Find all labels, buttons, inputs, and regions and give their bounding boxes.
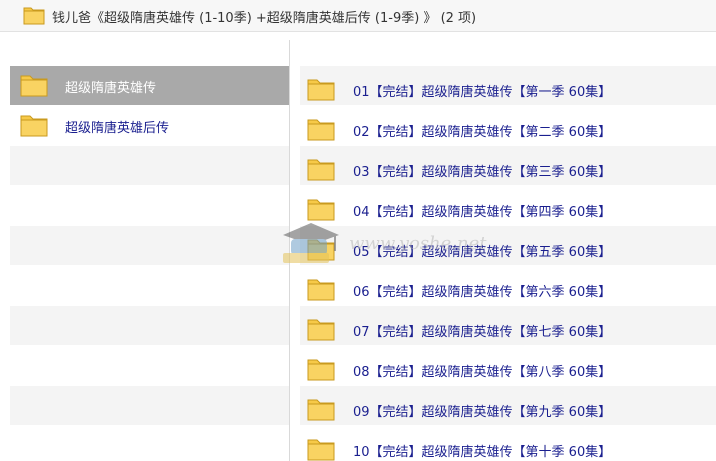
right-item-label: 08【完结】超级隋唐英雄传【第八季 60集】	[353, 365, 612, 380]
folder-icon	[307, 237, 335, 261]
right-item-3[interactable]: 04【完结】超级隋唐英雄传【第四季 60集】	[300, 190, 716, 229]
folder-icon	[20, 113, 48, 137]
window-title: 钱儿爸《超级隋唐英雄传 (1-10季) +超级隋唐英雄后传 (1-9季) 》 (…	[52, 11, 477, 26]
row-stripe	[10, 306, 290, 345]
folder-icon	[307, 397, 335, 421]
right-item-2[interactable]: 03【完结】超级隋唐英雄传【第三季 60集】	[300, 150, 716, 189]
right-item-9[interactable]: 10【完结】超级隋唐英雄传【第十季 60集】	[300, 430, 716, 461]
left-item-0[interactable]: 超级隋唐英雄传	[10, 66, 290, 105]
folder-icon	[307, 357, 335, 381]
right-item-6[interactable]: 07【完结】超级隋唐英雄传【第七季 60集】	[300, 310, 716, 349]
right-item-1[interactable]: 02【完结】超级隋唐英雄传【第二季 60集】	[300, 110, 716, 149]
right-item-label: 09【完结】超级隋唐英雄传【第九季 60集】	[353, 405, 612, 420]
row-stripe	[10, 386, 290, 425]
right-item-label: 01【完结】超级隋唐英雄传【第一季 60集】	[353, 85, 612, 100]
folder-icon	[20, 73, 48, 97]
right-item-label: 05【完结】超级隋唐英雄传【第五季 60集】	[353, 245, 612, 260]
right-item-5[interactable]: 06【完结】超级隋唐英雄传【第六季 60集】	[300, 270, 716, 309]
left-pane: 超级隋唐英雄传 超级隋唐英雄后传	[0, 40, 290, 461]
folder-icon	[307, 197, 335, 221]
row-stripe	[10, 146, 290, 185]
right-item-4[interactable]: 05【完结】超级隋唐英雄传【第五季 60集】	[300, 230, 716, 269]
folder-icon	[307, 277, 335, 301]
right-item-8[interactable]: 09【完结】超级隋唐英雄传【第九季 60集】	[300, 390, 716, 429]
right-item-label: 04【完结】超级隋唐英雄传【第四季 60集】	[353, 205, 612, 220]
right-item-7[interactable]: 08【完结】超级隋唐英雄传【第八季 60集】	[300, 350, 716, 389]
right-item-label: 03【完结】超级隋唐英雄传【第三季 60集】	[353, 165, 612, 180]
folder-icon	[307, 157, 335, 181]
right-pane: 01【完结】超级隋唐英雄传【第一季 60集】 02【完结】超级隋唐英雄传【第二季…	[290, 40, 716, 461]
title-bar: 钱儿爸《超级隋唐英雄传 (1-10季) +超级隋唐英雄后传 (1-9季) 》 (…	[0, 0, 716, 32]
folder-icon	[307, 437, 335, 461]
row-stripe	[10, 226, 290, 265]
right-item-label: 07【完结】超级隋唐英雄传【第七季 60集】	[353, 325, 612, 340]
right-item-label: 10【完结】超级隋唐英雄传【第十季 60集】	[353, 445, 612, 460]
left-item-1[interactable]: 超级隋唐英雄后传	[10, 106, 290, 145]
left-item-label: 超级隋唐英雄传	[65, 81, 157, 96]
right-item-0[interactable]: 01【完结】超级隋唐英雄传【第一季 60集】	[300, 70, 716, 109]
folder-icon	[307, 117, 335, 141]
folder-icon	[307, 317, 335, 341]
folder-icon	[23, 5, 45, 25]
right-item-label: 06【完结】超级隋唐英雄传【第六季 60集】	[353, 285, 612, 300]
folder-icon	[307, 77, 335, 101]
right-item-label: 02【完结】超级隋唐英雄传【第二季 60集】	[353, 125, 612, 140]
file-explorer-window: 钱儿爸《超级隋唐英雄传 (1-10季) +超级隋唐英雄后传 (1-9季) 》 (…	[0, 0, 716, 461]
left-item-label: 超级隋唐英雄后传	[65, 121, 170, 136]
